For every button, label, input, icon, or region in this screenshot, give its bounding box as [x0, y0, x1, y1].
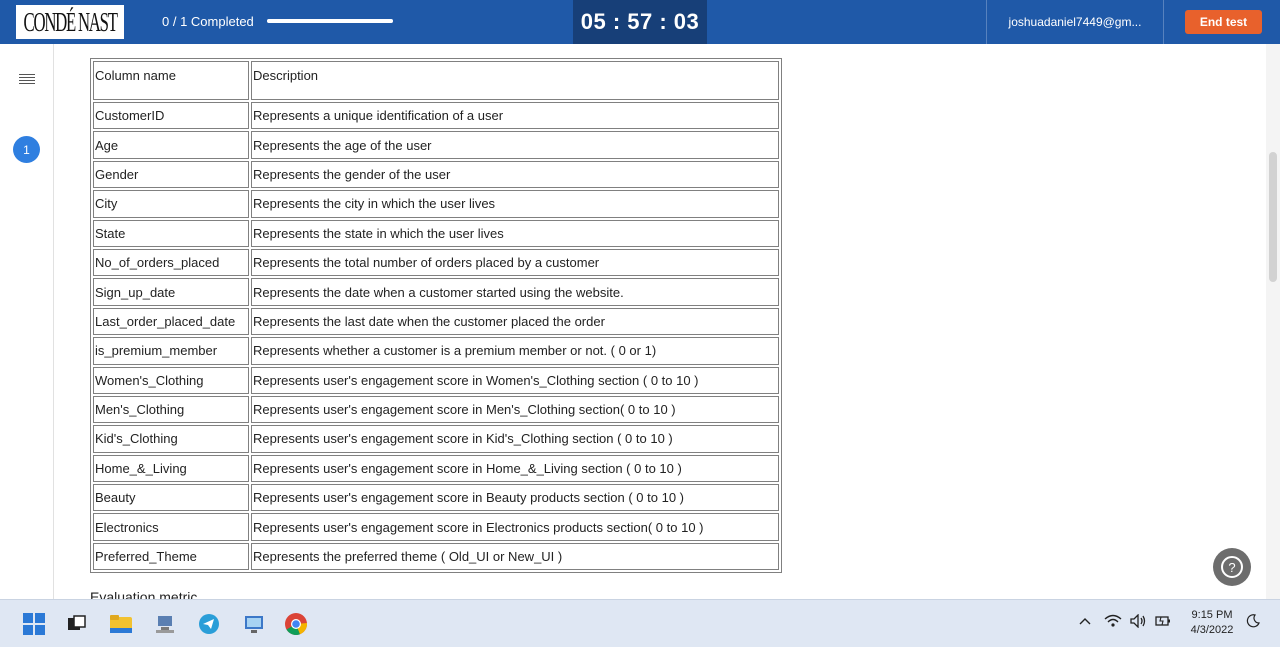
countdown-timer: 05 : 57 : 03 — [573, 0, 707, 44]
column-name-cell: Last_order_placed_date — [93, 307, 249, 336]
taskbar-clock[interactable]: 9:15 PM 4/3/2022 — [1182, 608, 1242, 638]
table-row: Men's_Clothing Represents user's engageme… — [93, 395, 779, 424]
help-question-icon: ? — [1221, 556, 1243, 578]
description-cell: Represents user's engagement score in Ki… — [251, 425, 779, 453]
network-computer-icon[interactable] — [153, 612, 177, 636]
description-cell: Represents user's engagement score in Ho… — [251, 454, 779, 483]
progress-bar — [267, 19, 393, 23]
column-name-cell: No_of_orders_placed — [93, 248, 249, 277]
question-sidebar: 1 — [0, 44, 54, 599]
table-row: Preferred_Theme Represents the preferred … — [93, 542, 779, 571]
table-row: Age Represents the age of the user — [93, 131, 779, 159]
chrome-browser-icon[interactable] — [284, 612, 308, 636]
column-name-cell: Home_&_Living — [93, 454, 249, 483]
description-cell: Represents the total number of orders pl… — [251, 248, 779, 277]
notification-moon-icon[interactable] — [1246, 614, 1260, 631]
question-number-badge[interactable]: 1 — [13, 136, 40, 163]
scrollbar-thumb[interactable] — [1269, 152, 1277, 282]
column-name-cell: Women's_Clothing — [93, 366, 249, 394]
column-name-cell: City — [93, 190, 249, 218]
show-hidden-icons-chevron-icon[interactable] — [1079, 614, 1091, 629]
question-content: Column name Description CustomerID Repres… — [54, 44, 1266, 599]
description-cell: Represents the gender of the user — [251, 160, 779, 189]
description-cell: Represents the preferred theme ( Old_UI … — [251, 542, 779, 571]
column-name-cell: State — [93, 219, 249, 247]
table-row: CustomerID Represents a unique identifica… — [93, 102, 779, 130]
column-name-cell: Men's_Clothing — [93, 395, 249, 424]
table-header-row: Column name Description — [93, 61, 779, 100]
end-test-button[interactable]: End test — [1185, 10, 1262, 34]
battery-icon[interactable] — [1154, 614, 1172, 631]
progress-text: 0 / 1 Completed — [162, 14, 254, 29]
column-name-cell: Beauty — [93, 484, 249, 512]
description-cell: Represents user's engagement score in Wo… — [251, 366, 779, 394]
table-row: Women's_Clothing Represents user's engage… — [93, 366, 779, 394]
description-cell: Represents user's engagement score in Me… — [251, 395, 779, 424]
wifi-icon[interactable] — [1104, 614, 1122, 631]
column-name-cell: Preferred_Theme — [93, 542, 249, 571]
table-row: Home_&_Living Represents user's engagemen… — [93, 454, 779, 483]
user-email[interactable]: joshuadaniel7449@gm... — [986, 0, 1164, 44]
table-row: Gender Represents the gender of the user — [93, 160, 779, 189]
table-row: Sign_up_date Represents the date when a c… — [93, 278, 779, 306]
column-name-cell: is_premium_member — [93, 337, 249, 365]
telegram-icon[interactable] — [197, 612, 221, 636]
table-row: Beauty Represents user's engagement score… — [93, 484, 779, 512]
windows-taskbar: 9:15 PM 4/3/2022 — [0, 599, 1280, 647]
table-row: is_premium_member Represents whether a cu… — [93, 337, 779, 365]
column-description-table: Column name Description CustomerID Repres… — [90, 58, 782, 574]
windows-start-icon[interactable] — [22, 612, 46, 636]
logo-text: CONDÉ NAST — [23, 6, 117, 37]
column-name-cell: Electronics — [93, 513, 249, 541]
help-button[interactable]: ? — [1213, 548, 1251, 586]
hamburger-menu-icon[interactable] — [19, 74, 35, 86]
conde-nast-logo: CONDÉ NAST — [16, 5, 124, 39]
description-cell: Represents the last date when the custom… — [251, 307, 779, 336]
file-explorer-icon[interactable] — [109, 612, 133, 636]
table-row: State Represents the state in which the u… — [93, 219, 779, 247]
page-scrollbar[interactable] — [1266, 44, 1280, 599]
column-name-cell: Sign_up_date — [93, 278, 249, 306]
table-row: City Represents the city in which the use… — [93, 190, 779, 218]
description-cell: Represents the city in which the user li… — [251, 190, 779, 218]
description-cell: Represents a unique identification of a … — [251, 102, 779, 130]
description-cell: Represents the state in which the user l… — [251, 219, 779, 247]
column-name-cell: Age — [93, 131, 249, 159]
column-name-cell: CustomerID — [93, 102, 249, 130]
table-row: Electronics Represents user's engagement … — [93, 513, 779, 541]
description-header: Description — [251, 61, 779, 100]
column-name-cell: Kid's_Clothing — [93, 425, 249, 453]
remote-desktop-icon[interactable] — [242, 612, 266, 636]
table-row: Last_order_placed_date Represents the las… — [93, 307, 779, 336]
column-name-cell: Gender — [93, 160, 249, 189]
top-bar: CONDÉ NAST 0 / 1 Completed 05 : 57 : 03 … — [0, 0, 1280, 44]
table-row: No_of_orders_placed Represents the total … — [93, 248, 779, 277]
description-cell: Represents the age of the user — [251, 131, 779, 159]
clock-time: 9:15 PM — [1191, 609, 1233, 621]
evaluation-metric-heading: Evaluation metric — [90, 589, 198, 599]
description-cell: Represents user's engagement score in Be… — [251, 484, 779, 512]
progress-bar-fill — [267, 19, 393, 23]
table-row: Kid's_Clothing Represents user's engageme… — [93, 425, 779, 453]
column-name-header: Column name — [93, 61, 249, 100]
volume-icon[interactable] — [1129, 613, 1147, 631]
clock-date: 4/3/2022 — [1190, 624, 1234, 636]
description-cell: Represents the date when a customer star… — [251, 278, 779, 306]
description-cell: Represents user's engagement score in El… — [251, 513, 779, 541]
task-view-icon[interactable] — [64, 612, 88, 636]
description-cell: Represents whether a customer is a premi… — [251, 337, 779, 365]
